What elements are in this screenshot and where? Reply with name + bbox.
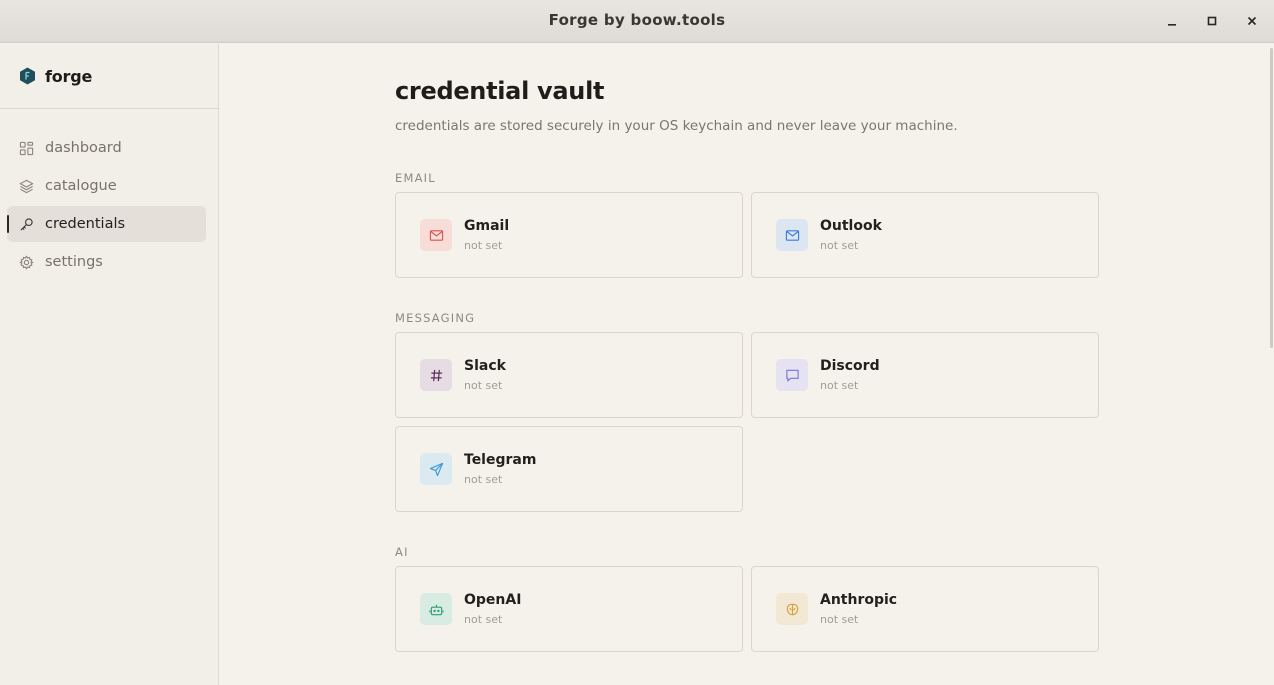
robot-icon xyxy=(428,603,444,615)
grid-icon xyxy=(19,141,34,155)
forge-logo-icon xyxy=(20,67,35,85)
sidebar-item-catalogue[interactable]: catalogue xyxy=(7,168,206,204)
sidebar-nav: dashboard catalogue credentials settings xyxy=(0,109,218,280)
sidebar-item-credentials[interactable]: credentials xyxy=(7,206,206,242)
credential-status: not set xyxy=(464,613,503,626)
section-label-email: EMAIL xyxy=(395,171,436,185)
outlook-icon-box xyxy=(776,219,808,251)
section-messaging-grid: Slack not set Discord not set Telegram n… xyxy=(395,332,1101,512)
window-titlebar: Forge by boow.tools xyxy=(0,0,1274,43)
slack-icon-box xyxy=(420,359,452,391)
minimize-icon xyxy=(1168,24,1176,26)
credential-card-telegram[interactable]: Telegram not set xyxy=(395,426,743,512)
credential-card-outlook[interactable]: Outlook not set xyxy=(751,192,1099,278)
sidebar-item-dashboard[interactable]: dashboard xyxy=(7,130,206,166)
mail-icon xyxy=(785,229,799,241)
window-title: Forge by boow.tools xyxy=(548,11,726,29)
credential-name: Anthropic xyxy=(820,592,898,608)
mail-icon xyxy=(429,229,443,241)
credential-card-discord[interactable]: Discord not set xyxy=(751,332,1099,418)
credential-name: Discord xyxy=(820,358,880,374)
sidebar: forge dashboard catalogue credentials se… xyxy=(0,44,219,685)
scrollbar-thumb[interactable] xyxy=(1270,48,1273,348)
hash-icon xyxy=(430,369,442,381)
credential-status: not set xyxy=(464,239,503,252)
layers-icon xyxy=(19,179,34,193)
telegram-icon-box xyxy=(420,453,452,485)
credential-status: not set xyxy=(464,379,503,392)
section-label-ai: AI xyxy=(395,545,409,559)
sidebar-item-label: settings xyxy=(45,254,103,270)
section-email-grid: Gmail not set Outlook not set xyxy=(395,192,1101,278)
sidebar-item-settings[interactable]: settings xyxy=(7,244,206,280)
sidebar-item-label: dashboard xyxy=(45,140,122,156)
main-content: credential vault credentials are stored … xyxy=(220,44,1266,685)
brain-icon xyxy=(786,603,798,615)
page-subtitle: credentials are stored securely in your … xyxy=(395,118,958,134)
minimize-button[interactable] xyxy=(1160,9,1184,33)
chat-bubble-icon xyxy=(785,369,799,381)
credential-name: Outlook xyxy=(820,218,882,234)
brand[interactable]: forge xyxy=(0,44,218,109)
credential-name: Gmail xyxy=(464,218,510,234)
credential-name: Telegram xyxy=(464,452,537,468)
credential-status: not set xyxy=(820,239,859,252)
credential-status: not set xyxy=(820,613,859,626)
main-scrollbar[interactable] xyxy=(1266,44,1274,685)
maximize-icon xyxy=(1207,16,1217,26)
section-ai-grid: OpenAI not set Anthropic not set xyxy=(395,566,1101,652)
credential-vault-page: credential vault credentials are stored … xyxy=(395,77,1101,652)
credential-card-openai[interactable]: OpenAI not set xyxy=(395,566,743,652)
page-title: credential vault xyxy=(395,77,605,105)
close-button[interactable] xyxy=(1240,9,1264,33)
gmail-icon-box xyxy=(420,219,452,251)
section-label-messaging: MESSAGING xyxy=(395,311,476,325)
send-icon xyxy=(429,462,443,476)
key-icon xyxy=(20,217,33,231)
credential-status: not set xyxy=(464,473,503,486)
credential-card-slack[interactable]: Slack not set xyxy=(395,332,743,418)
credential-card-anthropic[interactable]: Anthropic not set xyxy=(751,566,1099,652)
credential-name: Slack xyxy=(464,358,506,374)
sidebar-item-label: credentials xyxy=(45,216,126,232)
credential-name: OpenAI xyxy=(464,592,522,608)
openai-icon-box xyxy=(420,593,452,625)
anthropic-icon-box xyxy=(776,593,808,625)
discord-icon-box xyxy=(776,359,808,391)
brand-name: forge xyxy=(45,66,93,86)
close-icon xyxy=(1247,16,1257,26)
maximize-button[interactable] xyxy=(1200,9,1224,33)
sidebar-item-label: catalogue xyxy=(45,178,117,194)
credential-status: not set xyxy=(820,379,859,392)
credential-card-gmail[interactable]: Gmail not set xyxy=(395,192,743,278)
gear-icon xyxy=(19,254,34,270)
